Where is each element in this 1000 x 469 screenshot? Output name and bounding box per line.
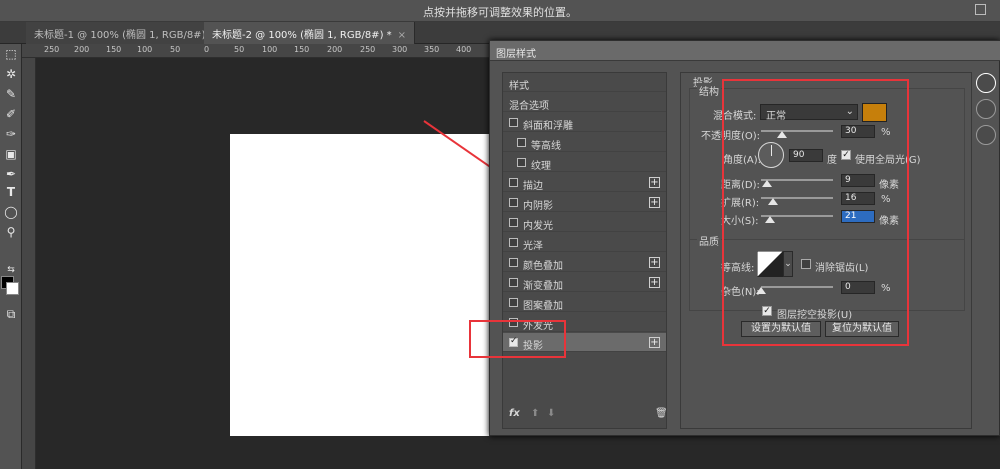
styles-header-label: 样式: [509, 81, 529, 92]
new-style-button[interactable]: [976, 125, 996, 145]
ok-button[interactable]: [976, 73, 996, 93]
checkbox[interactable]: [517, 138, 526, 147]
dialog-title-bar[interactable]: 图层样式: [490, 41, 1000, 61]
list-item-satin[interactable]: 光泽: [503, 233, 666, 252]
list-item-stroke[interactable]: 描边 +: [503, 173, 666, 192]
list-item-label: 纹理: [531, 161, 551, 172]
checkbox[interactable]: [509, 298, 518, 307]
blend-options-label: 混合选项: [509, 101, 549, 112]
structure-title: 结构: [697, 83, 721, 98]
cancel-button[interactable]: [976, 99, 996, 119]
list-item-inner-glow[interactable]: 内发光: [503, 213, 666, 232]
styles-list: 样式 混合选项 斜面和浮雕 等高线 纹理 描边 + 内阴影 + 内发光 光泽 颜色叠…: [502, 72, 668, 429]
list-item-texture[interactable]: 纹理: [503, 153, 666, 172]
move-up-icon[interactable]: ⬆: [531, 408, 539, 419]
drop-shadow-highlight-box: [469, 320, 566, 358]
list-item-label: 光泽: [523, 241, 543, 252]
add-effect-button[interactable]: +: [649, 197, 660, 208]
dialog-title: 图层样式: [496, 49, 536, 60]
checkbox[interactable]: [509, 258, 518, 267]
list-item-label: 渐变叠加: [523, 281, 563, 292]
checkbox[interactable]: [509, 118, 518, 127]
settings-highlight-box: [722, 79, 909, 346]
checkbox[interactable]: [509, 238, 518, 247]
checkbox[interactable]: [517, 158, 526, 167]
quality-title: 品质: [697, 233, 721, 248]
list-item-contour[interactable]: 等高线: [503, 133, 666, 152]
list-item-label: 图案叠加: [523, 301, 563, 312]
add-effect-button[interactable]: +: [649, 177, 660, 188]
checkbox[interactable]: [509, 198, 518, 207]
list-item-color-overlay[interactable]: 颜色叠加 +: [503, 253, 666, 272]
styles-header[interactable]: 样式: [503, 73, 666, 92]
move-down-icon[interactable]: ⬇: [547, 408, 555, 419]
list-item-label: 内发光: [523, 221, 553, 232]
list-item-bevel[interactable]: 斜面和浮雕: [503, 113, 666, 132]
add-effect-button[interactable]: +: [649, 337, 660, 348]
list-item-label: 等高线: [531, 141, 561, 152]
list-item-inner-shadow[interactable]: 内阴影 +: [503, 193, 666, 212]
trash-icon[interactable]: 🗑: [655, 408, 668, 419]
add-effect-button[interactable]: +: [649, 257, 660, 268]
checkbox[interactable]: [509, 218, 518, 227]
list-item-label: 描边: [523, 181, 543, 192]
list-item-label: 斜面和浮雕: [523, 121, 573, 132]
list-item-pattern-overlay[interactable]: 图案叠加: [503, 293, 666, 312]
fx-icon[interactable]: fx: [509, 408, 520, 419]
layer-style-dialog: 图层样式 样式 混合选项 斜面和浮雕 等高线 纹理 描边 + 内阴影 + 内发光 光…: [469, 40, 1000, 436]
list-item-label: 颜色叠加: [523, 261, 563, 272]
add-effect-button[interactable]: +: [649, 277, 660, 288]
checkbox[interactable]: [509, 178, 518, 187]
list-footer: fx ⬆ ⬇ 🗑: [509, 408, 668, 422]
list-item-gradient-overlay[interactable]: 渐变叠加 +: [503, 273, 666, 292]
blend-options-item[interactable]: 混合选项: [503, 93, 666, 112]
checkbox[interactable]: [509, 278, 518, 287]
list-item-label: 内阴影: [523, 201, 553, 212]
